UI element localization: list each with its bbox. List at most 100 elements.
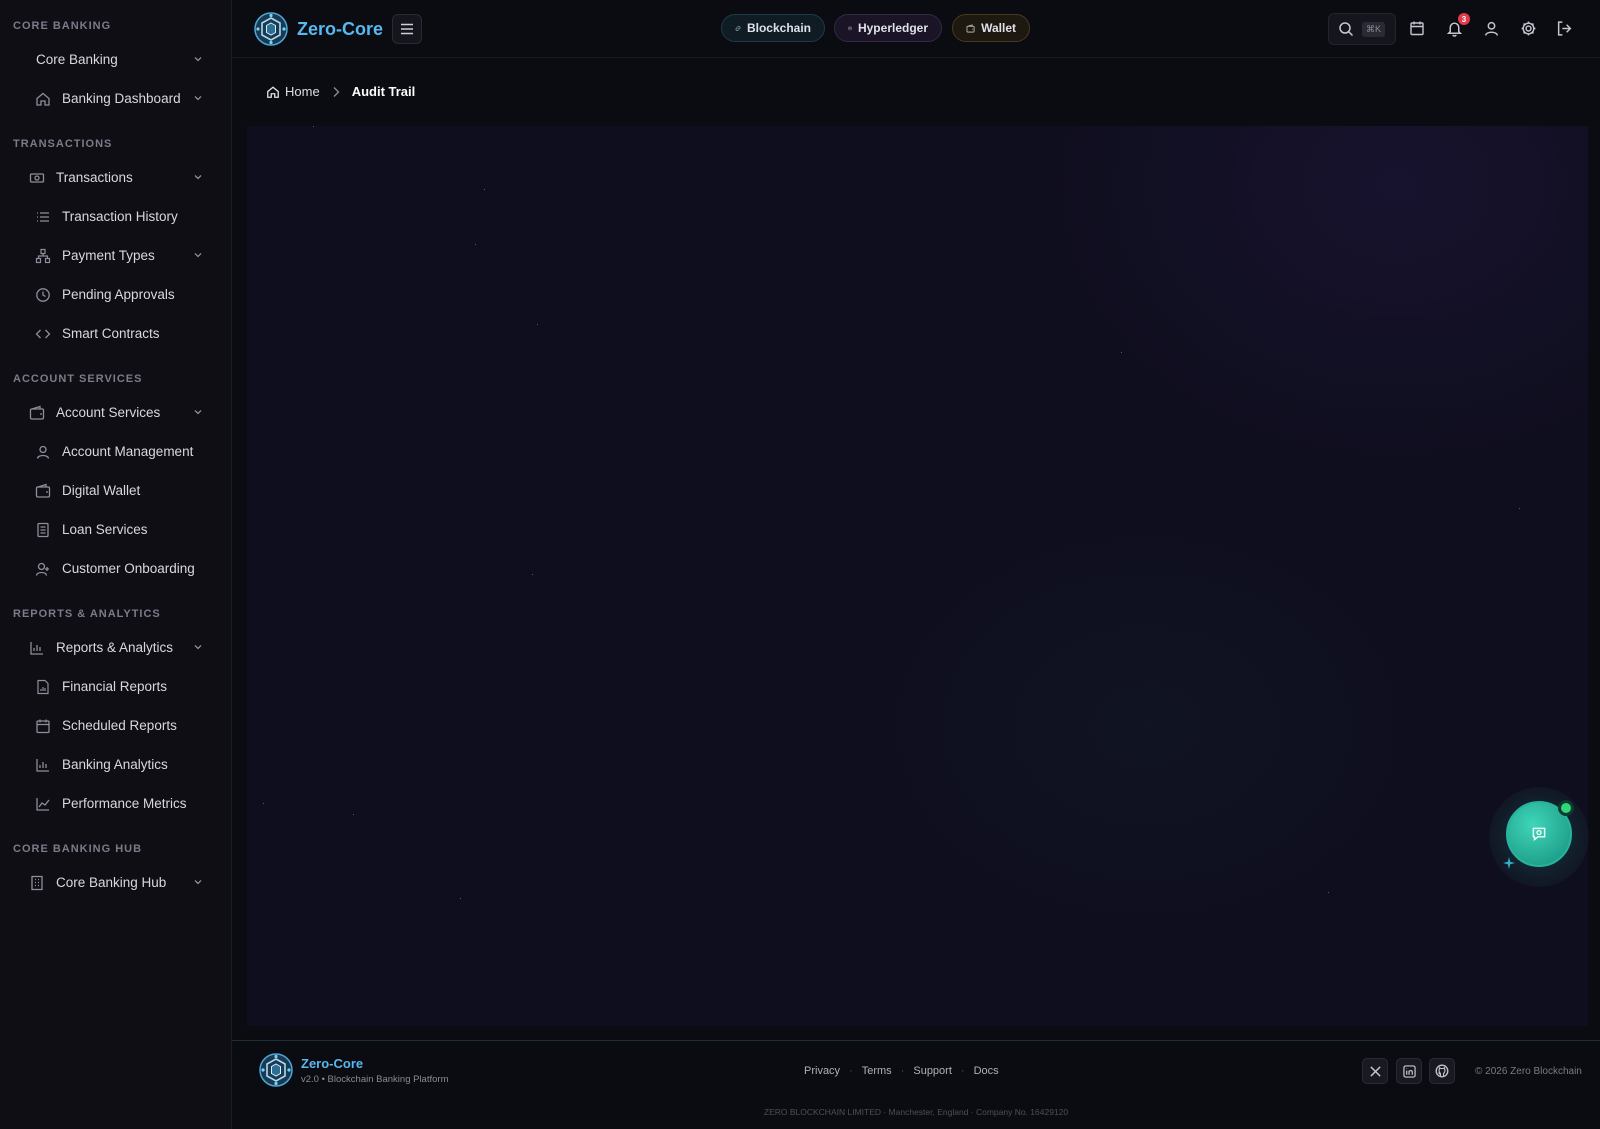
sidebar-item-banking-analytics[interactable]: Banking Analytics	[0, 745, 231, 784]
list-icon	[34, 208, 52, 226]
sidebar-item-label: Pending Approvals	[62, 287, 175, 302]
user-icon	[34, 443, 52, 461]
decorative-star	[353, 814, 354, 815]
sidebar-section-transactions: TRANSACTIONS Transactions Transaction Hi…	[0, 136, 231, 353]
breadcrumb-current: Audit Trail	[351, 84, 416, 99]
sidebar-item-core-banking-hub[interactable]: Core Banking Hub	[0, 863, 231, 902]
breadcrumb-home[interactable]: Home	[266, 84, 320, 99]
wallet-chip-label: Wallet	[981, 21, 1016, 35]
x-social-button[interactable]	[1362, 1058, 1388, 1084]
chevron-down-icon	[194, 96, 202, 101]
sidebar-item-loan-services[interactable]: Loan Services	[0, 510, 231, 549]
wallet-icon	[34, 482, 52, 500]
wallet-icon	[966, 23, 975, 32]
decorative-star	[1328, 892, 1329, 893]
footer-brand-name: Zero-Core	[301, 1055, 364, 1071]
decorative-star	[263, 803, 264, 804]
sidebar-item-label: Core Banking	[36, 52, 118, 67]
line-chart-icon	[34, 795, 52, 813]
sidebar-item-core-banking[interactable]: Core Banking	[0, 40, 231, 79]
sidebar-item-transactions[interactable]: Transactions	[0, 158, 231, 197]
sidebar-item-label: Account Services	[56, 405, 161, 420]
logout-icon	[1557, 20, 1571, 36]
zero-core-logo-icon	[254, 12, 288, 46]
sidebar-section-core-banking-hub: CORE BANKING HUB Core Banking Hub	[0, 841, 231, 902]
code-icon	[34, 325, 52, 343]
banknote-icon	[28, 169, 46, 187]
footer-copyright: © 2026 Zero Blockchain	[1475, 1066, 1582, 1077]
sidebar-item-digital-wallet[interactable]: Digital Wallet	[0, 471, 231, 510]
footer-brand[interactable]: Zero-Core v2.0 • Blockchain Banking Plat…	[259, 1053, 448, 1087]
decorative-star	[484, 189, 485, 190]
sidebar-item-reports-analytics[interactable]: Reports & Analytics	[0, 628, 231, 667]
sidebar-item-label: Transaction History	[62, 209, 178, 224]
brand-logo[interactable]: Zero-Core	[254, 12, 383, 46]
top-bar: Zero-Core Blockchain Hyperledger Wallet …	[232, 0, 1600, 58]
section-title: CORE BANKING HUB	[13, 843, 143, 855]
decorative-star	[460, 898, 461, 899]
chevron-down-icon	[194, 253, 202, 258]
sidebar-item-customer-onboarding[interactable]: Customer Onboarding	[0, 549, 231, 588]
database-icon	[848, 26, 852, 30]
sidebar-item-banking-dashboard[interactable]: Banking Dashboard	[0, 79, 231, 118]
bar-chart-icon	[28, 639, 46, 657]
sidebar-item-pending-approvals[interactable]: Pending Approvals	[0, 275, 231, 314]
sidebar-item-label: Payment Types	[62, 248, 155, 263]
decorative-star	[313, 126, 314, 127]
calendar-button[interactable]	[1407, 18, 1427, 38]
decorative-star	[475, 244, 476, 245]
sidebar-item-label: Digital Wallet	[62, 483, 141, 498]
github-social-button[interactable]	[1429, 1058, 1455, 1084]
sidebar-item-label: Banking Dashboard	[62, 91, 181, 106]
wallet-chip[interactable]: Wallet	[952, 14, 1030, 42]
sidebar-item-payment-types[interactable]: Payment Types	[0, 236, 231, 275]
sidebar-item-account-management[interactable]: Account Management	[0, 432, 231, 471]
sidebar-item-label: Performance Metrics	[62, 796, 187, 811]
decorative-star	[532, 574, 533, 575]
sidebar: CORE BANKING Core Banking Banking Dashbo…	[0, 0, 232, 1129]
decorative-star	[1121, 352, 1122, 353]
gear-icon	[1521, 21, 1535, 35]
chevron-down-icon	[194, 57, 202, 62]
section-title: ACCOUNT SERVICES	[13, 373, 143, 385]
x-icon	[1369, 1065, 1381, 1077]
hamburger-icon	[401, 23, 413, 35]
profile-button[interactable]	[1481, 18, 1501, 38]
linkedin-social-button[interactable]	[1396, 1058, 1422, 1084]
search-button[interactable]: ⌘K	[1328, 13, 1396, 45]
footer-link-docs[interactable]: Docs	[974, 1065, 999, 1077]
online-status-indicator	[1558, 800, 1574, 816]
github-icon	[1435, 1064, 1449, 1078]
search-shortcut: ⌘K	[1362, 21, 1386, 37]
sidebar-item-performance-metrics[interactable]: Performance Metrics	[0, 784, 231, 823]
breadcrumb: Home Audit Trail	[266, 84, 415, 99]
hyperledger-chip[interactable]: Hyperledger	[834, 14, 942, 42]
blockchain-chip[interactable]: Blockchain	[721, 14, 825, 42]
sidebar-item-smart-contracts[interactable]: Smart Contracts	[0, 314, 231, 353]
sidebar-item-financial-reports[interactable]: Financial Reports	[0, 667, 231, 706]
sidebar-item-transaction-history[interactable]: Transaction History	[0, 197, 231, 236]
main-content-area	[247, 126, 1588, 1026]
section-title: TRANSACTIONS	[13, 138, 113, 150]
decorative-star	[1519, 508, 1520, 509]
building-icon	[28, 874, 46, 892]
search-icon	[1339, 22, 1354, 37]
sidebar-section-account-services: ACCOUNT SERVICES Account Services Accoun…	[0, 371, 231, 588]
settings-button[interactable]	[1518, 18, 1538, 38]
logout-button[interactable]	[1554, 18, 1574, 38]
menu-toggle-button[interactable]	[392, 14, 422, 44]
notifications-button[interactable]: 3	[1444, 13, 1470, 38]
footer-link-support[interactable]: Support	[913, 1065, 952, 1077]
footer: Zero-Core v2.0 • Blockchain Banking Plat…	[232, 1040, 1600, 1100]
sidebar-item-scheduled-reports[interactable]: Scheduled Reports	[0, 706, 231, 745]
sidebar-item-label: Scheduled Reports	[62, 718, 177, 733]
calendar-icon	[1410, 21, 1424, 36]
footer-link-privacy[interactable]: Privacy	[804, 1065, 840, 1077]
sidebar-item-account-services[interactable]: Account Services	[0, 393, 231, 432]
network-icon	[34, 247, 52, 265]
sidebar-item-label: Customer Onboarding	[62, 561, 195, 576]
user-icon	[1484, 21, 1498, 36]
separator: ·	[849, 1065, 853, 1077]
bar-chart-icon	[34, 756, 52, 774]
footer-link-terms[interactable]: Terms	[862, 1065, 892, 1077]
